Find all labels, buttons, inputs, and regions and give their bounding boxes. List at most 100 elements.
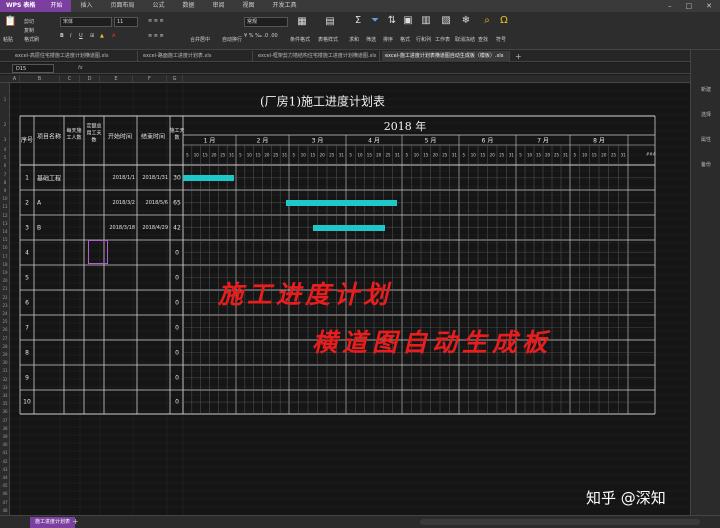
sheet-button[interactable]: 工作表: [435, 36, 450, 43]
wrap-button[interactable]: 自动换行: [222, 36, 242, 43]
right-pane-item-1[interactable]: 选择: [691, 111, 720, 118]
row-header[interactable]: 12: [0, 213, 10, 218]
right-pane-item-0[interactable]: 新建: [691, 86, 720, 93]
menu-2[interactable]: 页面布局: [101, 0, 143, 12]
menu-1[interactable]: 插入: [71, 0, 101, 12]
add-sheet-icon[interactable]: +: [72, 516, 79, 528]
cut-button[interactable]: 剪切: [24, 18, 34, 25]
row-header[interactable]: 11: [0, 204, 10, 209]
column-header-B[interactable]: B: [20, 75, 60, 83]
row-header[interactable]: 24: [0, 311, 10, 316]
column-header-A[interactable]: A: [10, 75, 20, 83]
freeze-button[interactable]: 取消冻结: [455, 36, 475, 43]
horizontal-scrollbar[interactable]: [420, 519, 700, 525]
row-header[interactable]: 8: [0, 180, 10, 185]
row-header[interactable]: 40: [0, 442, 10, 447]
close-icon[interactable]: ✕: [706, 2, 712, 10]
file-tab-1[interactable]: excel-路面施工进度计划表.xls: [140, 51, 253, 62]
row-header[interactable]: 1: [0, 97, 10, 102]
add-tab-icon[interactable]: +: [512, 51, 525, 62]
row-header[interactable]: 17: [0, 254, 10, 259]
font-color-icon[interactable]: A: [112, 33, 115, 39]
sum-icon[interactable]: Σ: [352, 15, 364, 27]
right-pane-item-2[interactable]: 属性: [691, 136, 720, 143]
file-tab-2[interactable]: excel-框架剪力墙结构住宅楼施工进度计划横道图.xls: [255, 51, 380, 62]
symbol-button[interactable]: 符号: [496, 36, 506, 43]
row-header[interactable]: 47: [0, 500, 10, 505]
row-header[interactable]: 14: [0, 229, 10, 234]
table-style-icon[interactable]: ▤: [324, 16, 336, 28]
row-header[interactable]: 26: [0, 327, 10, 332]
column-header-rest[interactable]: [183, 75, 690, 83]
row-header[interactable]: 41: [0, 450, 10, 455]
row-header[interactable]: 23: [0, 303, 10, 308]
row-header[interactable]: 48: [0, 508, 10, 513]
row-header[interactable]: 34: [0, 393, 10, 398]
row-header[interactable]: 27: [0, 336, 10, 341]
row-header[interactable]: 46: [0, 491, 10, 496]
row-header[interactable]: 39: [0, 434, 10, 439]
row-header[interactable]: 28: [0, 344, 10, 349]
filter-button[interactable]: 筛选: [366, 36, 376, 43]
column-header-C[interactable]: C: [60, 75, 80, 83]
copy-button[interactable]: 复制: [24, 27, 34, 34]
row-header[interactable]: 29: [0, 352, 10, 357]
row-header[interactable]: 21: [0, 286, 10, 291]
row-header[interactable]: 6: [0, 163, 10, 168]
find-icon[interactable]: ⌕: [481, 15, 493, 27]
row-header[interactable]: 20: [0, 278, 10, 283]
row-header[interactable]: 44: [0, 475, 10, 480]
sheet-icon[interactable]: ▧: [440, 15, 452, 27]
row-header[interactable]: 25: [0, 319, 10, 324]
fx-icon[interactable]: fx: [78, 63, 83, 74]
column-header-G[interactable]: G: [167, 75, 183, 83]
italic-icon[interactable]: I: [70, 33, 71, 39]
border-icon[interactable]: ⊞: [90, 33, 94, 39]
row-header[interactable]: 2: [0, 122, 10, 127]
sort-icon[interactable]: ⇅: [386, 15, 398, 27]
row-header[interactable]: 45: [0, 483, 10, 488]
row-header[interactable]: 36: [0, 409, 10, 414]
file-tab-0[interactable]: excel-高层住宅楼施工进度计划横道图.xls: [12, 51, 138, 62]
number-format-select[interactable]: 常规: [244, 17, 288, 27]
row-header[interactable]: 7: [0, 172, 10, 177]
fill-color-icon[interactable]: ▲: [100, 33, 104, 39]
sort-button[interactable]: 排序: [383, 36, 393, 43]
menu-0[interactable]: 开始: [41, 0, 72, 12]
table-style-button[interactable]: 表格样式: [318, 36, 338, 43]
row-header[interactable]: 19: [0, 270, 10, 275]
row-header[interactable]: 38: [0, 426, 10, 431]
right-pane-item-3[interactable]: 备份: [691, 161, 720, 168]
merge-button[interactable]: 合并居中: [190, 36, 210, 43]
menu-7[interactable]: 开发工具: [264, 0, 306, 12]
row-header[interactable]: 13: [0, 221, 10, 226]
column-header-F[interactable]: F: [133, 75, 167, 83]
row-header[interactable]: 32: [0, 377, 10, 382]
column-header-E[interactable]: E: [100, 75, 133, 83]
row-header[interactable]: 16: [0, 245, 10, 250]
row-header[interactable]: 15: [0, 237, 10, 242]
percent-icon[interactable]: ¥ % ‰ .0 .00: [244, 33, 278, 39]
row-header[interactable]: 5: [0, 155, 10, 160]
file-tab-3[interactable]: excel-施工进度计划表横道图自动生成板（模板）.xls: [382, 51, 510, 62]
row-header[interactable]: 4: [0, 147, 10, 152]
bold-icon[interactable]: B: [60, 33, 64, 39]
maximize-icon[interactable]: □: [686, 2, 693, 10]
menu-5[interactable]: 审阅: [204, 0, 234, 12]
row-header[interactable]: 37: [0, 418, 10, 423]
rowcol-icon[interactable]: ▥: [420, 15, 432, 27]
filter-icon[interactable]: ⏷: [369, 15, 381, 27]
font-name-select[interactable]: 宋体: [60, 17, 112, 27]
align-left-icon[interactable]: ≡ ≡ ≡: [148, 33, 164, 39]
paste-button[interactable]: 粘贴: [3, 36, 13, 43]
font-size-select[interactable]: 11: [114, 17, 138, 27]
name-box[interactable]: D15: [12, 64, 54, 73]
app-logo[interactable]: WPS 表格: [0, 0, 42, 12]
row-header[interactable]: 9: [0, 188, 10, 193]
menu-4[interactable]: 数据: [174, 0, 204, 12]
row-header[interactable]: 33: [0, 385, 10, 390]
underline-icon[interactable]: U: [79, 33, 83, 39]
sheet-tab[interactable]: 施工进度计划表: [30, 517, 76, 528]
row-header[interactable]: 22: [0, 295, 10, 300]
align-top-icon[interactable]: ≡ ≡ ≡: [148, 18, 164, 24]
